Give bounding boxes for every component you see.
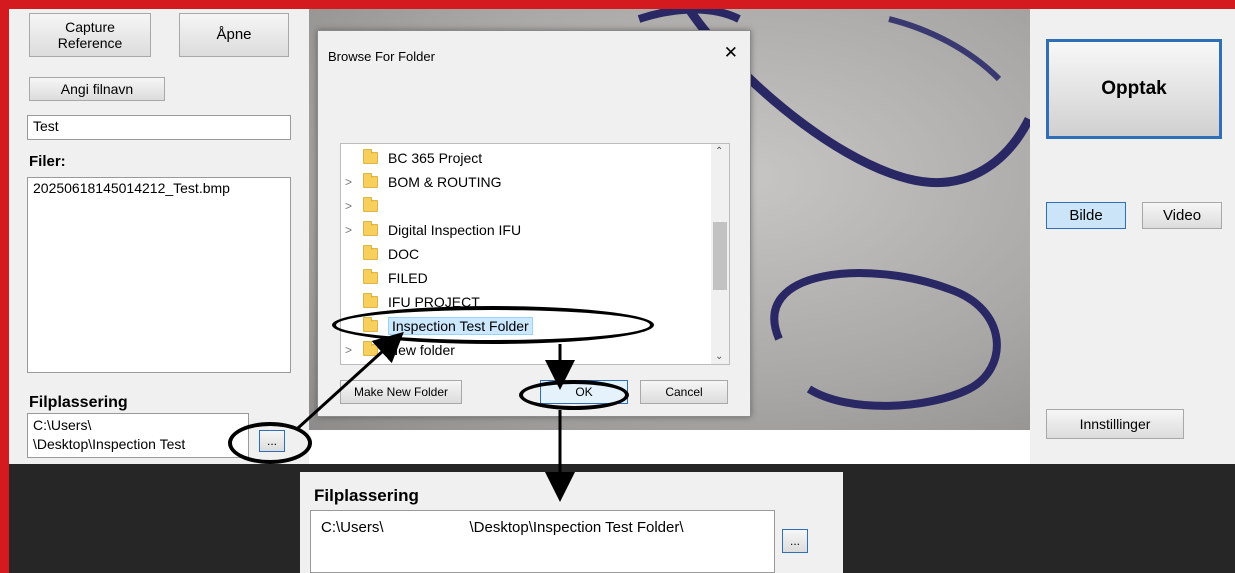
- app-window: Capture Reference Åpne Angi filnavn Test…: [0, 0, 1235, 573]
- arrow-browse-to-folder: [296, 331, 404, 430]
- annotation-arrows: [296, 331, 575, 502]
